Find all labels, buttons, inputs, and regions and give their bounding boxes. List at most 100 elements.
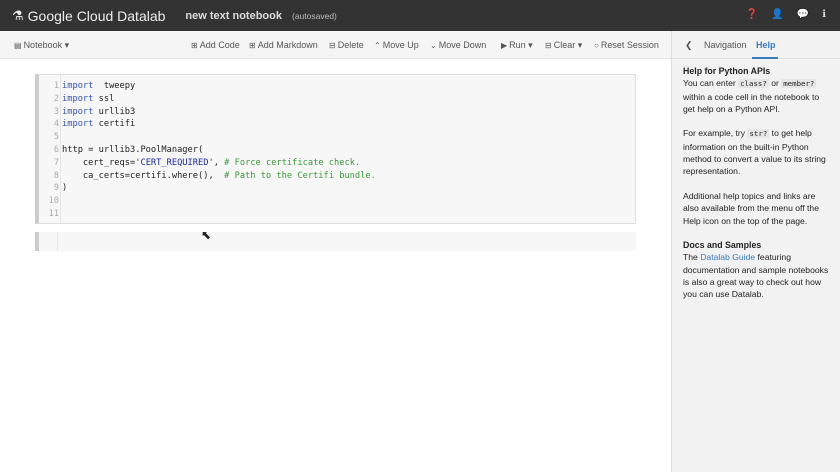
line-number: 6: [53, 144, 59, 155]
code-text: urllib3: [93, 106, 136, 117]
code-snippet: class?: [738, 79, 769, 89]
notebook-menu[interactable]: ▤ Notebook ▾: [14, 40, 69, 51]
code-line: import urllib3: [62, 106, 376, 119]
mouse-cursor-icon: ⬉: [201, 228, 212, 242]
code-text: ): [62, 183, 68, 194]
info-icon[interactable]: ℹ: [822, 9, 826, 20]
add-code-button[interactable]: ⊞ Add Code: [191, 40, 240, 50]
line-number: 4: [53, 119, 59, 130]
help-paragraph: The Datalab Guide featuring documentatio…: [683, 251, 830, 300]
comment: # Force certificate check.: [224, 157, 361, 168]
app-name: Google Cloud Datalab: [27, 7, 166, 24]
code-text: ca_certs=certifi.where(),: [62, 170, 225, 181]
help-text: For example, try: [683, 128, 748, 139]
gutter-divider: [57, 232, 58, 251]
collapse-sidebar-icon[interactable]: ❮: [685, 40, 693, 51]
line-numbers: 1 2 3 4 5 6 7 8 9 10 11: [39, 80, 59, 221]
clear-label: Clear: [553, 40, 576, 50]
code-line: import certifi: [62, 118, 376, 131]
run-label: Run: [509, 40, 526, 50]
notebook-label: Notebook: [23, 40, 63, 50]
code-line: ca_certs=certifi.where(), # Path to the …: [62, 170, 376, 183]
line-number: 9: [53, 183, 59, 194]
flask-icon: ⚗: [12, 7, 24, 23]
help-text: or: [768, 78, 782, 89]
help-text: The: [683, 252, 701, 263]
minus-icon: ⊟: [329, 41, 336, 50]
line-number: 11: [48, 208, 59, 219]
line-number: 8: [53, 170, 59, 181]
help-paragraph: Additional help topics and links are als…: [683, 190, 819, 226]
line-number: 1: [53, 81, 59, 91]
reset-session-button[interactable]: ○ Reset Session: [594, 40, 659, 50]
code-text: certifi: [93, 119, 136, 130]
delete-label: Delete: [337, 40, 364, 50]
gutter-divider: [60, 75, 61, 223]
tab-help[interactable]: Help: [756, 40, 776, 50]
line-number: 5: [53, 132, 59, 143]
keyword: import: [62, 119, 94, 130]
line-number: 7: [53, 157, 59, 168]
sidebar: ❮ Navigation Help Help for Python APIs Y…: [671, 31, 840, 472]
code-text: http = urllib3.PoolManager(: [62, 144, 204, 155]
datalab-guide-link[interactable]: Datalab Guide: [700, 252, 755, 262]
help-heading: Help for Python APIs: [683, 66, 771, 76]
help-content: Help for Python APIs You can enter class…: [672, 59, 840, 301]
code-line: import ssl: [62, 93, 376, 106]
chevron-up-icon: ⌃: [374, 41, 381, 50]
run-button[interactable]: ▶ Run ▾: [501, 40, 533, 51]
reset-session-label: Reset Session: [600, 40, 659, 50]
notebook-title[interactable]: new text notebook: [185, 10, 282, 22]
code-text: ,: [213, 157, 225, 168]
add-markdown-button[interactable]: ⊞ Add Markdown: [249, 40, 318, 50]
chat-icon[interactable]: 💬: [797, 9, 809, 20]
move-up-button[interactable]: ⌃ Move Up: [374, 40, 419, 50]
code-text: ssl: [93, 93, 115, 104]
code-cell[interactable]: 1 2 3 4 5 6 7 8 9 10 11 import tweepy import ssl imp…: [35, 74, 636, 224]
add-markdown-label: Add Markdown: [257, 40, 318, 50]
tab-navigation[interactable]: Navigation: [704, 40, 747, 50]
code-text: tweepy: [93, 81, 136, 91]
save-status: (autosaved): [291, 10, 337, 21]
help-icon[interactable]: ❓: [746, 9, 758, 20]
delete-button[interactable]: ⊟ Delete: [329, 40, 364, 50]
code-editor[interactable]: import tweepy import ssl import urllib3 imp…: [62, 80, 376, 221]
keyword: import: [62, 93, 94, 104]
help-text: within a code cell in the notebook to ge…: [683, 91, 820, 114]
help-paragraph: You can enter class? or member? within a…: [683, 77, 830, 115]
comment: # Path to the Certifi bundle.: [224, 170, 376, 181]
line-number: 2: [53, 93, 59, 104]
line-number: 10: [48, 196, 59, 207]
plus-icon: ⊞: [191, 41, 198, 50]
keyword: import: [62, 81, 94, 91]
circle-icon: ○: [594, 41, 599, 50]
move-down-button[interactable]: ⌄ Move Down: [430, 40, 486, 50]
logo[interactable]: ⚗ Google Cloud Datalab: [12, 8, 165, 24]
toolbar: ▤ Notebook ▾ ⊞ Add Code ⊞ Add Markdown ⊟ Del…: [0, 31, 671, 59]
move-up-label: Move Up: [382, 40, 419, 50]
code-line: import tweepy: [62, 80, 376, 93]
clear-button[interactable]: ⊟ Clear ▾: [545, 40, 582, 51]
chevron-down-icon: ⌄: [430, 41, 437, 50]
line-number: 3: [53, 106, 59, 117]
move-down-label: Move Down: [438, 40, 487, 50]
empty-code-cell[interactable]: [35, 232, 636, 251]
user-icon[interactable]: 👤: [771, 9, 783, 20]
keyword: import: [62, 106, 94, 117]
code-line: ): [62, 182, 376, 195]
clear-icon: ⊟: [545, 41, 552, 50]
help-paragraph: For example, try str? to get help inform…: [683, 127, 830, 177]
help-text: You can enter: [683, 78, 739, 89]
docs-heading: Docs and Samples: [683, 240, 762, 251]
app-header: ⚗ Google Cloud Datalab new text notebook …: [0, 0, 840, 31]
play-icon: ▶: [501, 41, 508, 50]
code-text: cert_reqs=: [62, 157, 136, 168]
code-line: http = urllib3.PoolManager(: [62, 144, 376, 157]
code-snippet: str?: [747, 129, 770, 139]
plus-icon: ⊞: [249, 41, 256, 50]
string-literal: 'CERT_REQUIRED': [135, 157, 214, 168]
code-line: cert_reqs='CERT_REQUIRED', # Force certi…: [62, 157, 376, 170]
